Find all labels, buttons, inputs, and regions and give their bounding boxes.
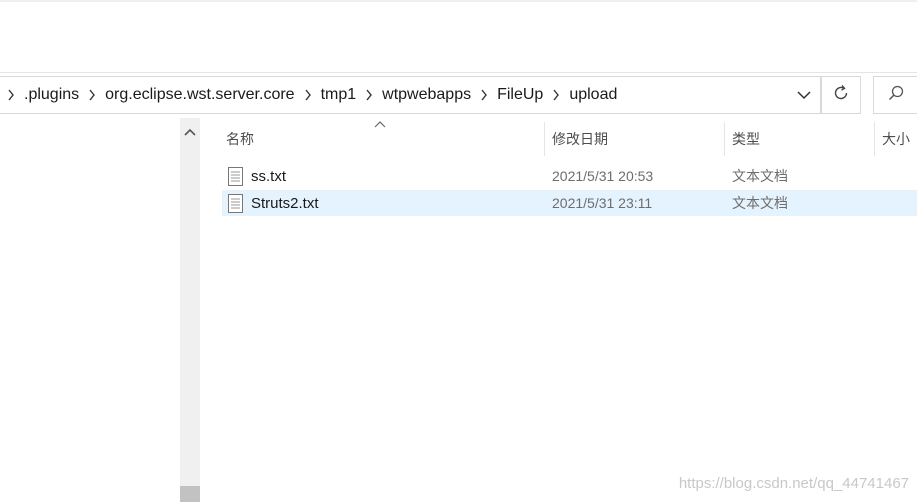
file-name-cell[interactable]: ss.txt bbox=[228, 163, 286, 189]
breadcrumb-item-fileup[interactable]: FileUp bbox=[495, 86, 545, 104]
file-row[interactable]: ss.txt 2021/5/31 20:53 文本文档 bbox=[222, 163, 917, 189]
navigation-scrollbar[interactable] bbox=[180, 118, 200, 502]
breadcrumb-item-server-core[interactable]: org.eclipse.wst.server.core bbox=[103, 86, 296, 104]
text-file-icon bbox=[228, 193, 244, 213]
breadcrumb-item-upload[interactable]: upload bbox=[567, 86, 619, 104]
chevron-down-icon[interactable] bbox=[788, 77, 820, 113]
watermark: https://blog.csdn.net/qq_44741467 bbox=[678, 475, 909, 492]
navigation-pane[interactable] bbox=[0, 118, 180, 502]
file-list[interactable]: 名称 修改日期 类型 大小 ss.txt 2021/5/31 20:53 文本文… bbox=[200, 118, 917, 502]
column-header-size[interactable]: 大小 bbox=[874, 122, 917, 156]
scrollbar-thumb[interactable] bbox=[180, 486, 200, 502]
chevron-right-icon[interactable] bbox=[476, 87, 492, 103]
search-input[interactable] bbox=[873, 76, 917, 114]
search-icon bbox=[887, 84, 905, 107]
chevron-right-icon[interactable] bbox=[84, 87, 100, 103]
ribbon-area bbox=[0, 0, 917, 73]
file-date: 2021/5/31 20:53 bbox=[552, 168, 654, 184]
chevron-right-icon[interactable] bbox=[3, 87, 19, 103]
column-header-type[interactable]: 类型 bbox=[724, 122, 874, 156]
column-header-date[interactable]: 修改日期 bbox=[544, 122, 724, 156]
file-type: 文本文档 bbox=[732, 195, 788, 211]
address-bar[interactable]: .plugins org.eclipse.wst.server.core tmp… bbox=[0, 76, 821, 114]
chevron-right-icon[interactable] bbox=[300, 87, 316, 103]
chevron-up-icon[interactable] bbox=[180, 118, 200, 146]
title-strip bbox=[0, 0, 917, 2]
column-date-label: 修改日期 bbox=[552, 131, 608, 147]
column-size-label: 大小 bbox=[882, 131, 910, 147]
sort-ascending-icon bbox=[374, 121, 386, 128]
breadcrumb-item-wtpwebapps[interactable]: wtpwebapps bbox=[380, 86, 473, 104]
refresh-icon bbox=[832, 84, 850, 107]
column-name-label: 名称 bbox=[226, 131, 254, 147]
column-type-label: 类型 bbox=[732, 131, 760, 147]
breadcrumb: .plugins org.eclipse.wst.server.core tmp… bbox=[0, 77, 788, 113]
file-row-selected[interactable]: Struts2.txt 2021/5/31 23:11 文本文档 bbox=[222, 190, 917, 216]
breadcrumb-item-plugins[interactable]: .plugins bbox=[22, 86, 81, 104]
file-name: ss.txt bbox=[251, 167, 287, 185]
refresh-button[interactable] bbox=[821, 76, 861, 114]
chevron-right-icon[interactable] bbox=[361, 87, 377, 103]
file-type: 文本文档 bbox=[732, 168, 788, 184]
file-date: 2021/5/31 23:11 bbox=[552, 195, 653, 211]
text-file-icon bbox=[228, 166, 244, 186]
file-name: Struts2.txt bbox=[251, 194, 319, 212]
chevron-right-icon[interactable] bbox=[548, 87, 564, 103]
file-name-cell[interactable]: Struts2.txt bbox=[228, 190, 319, 216]
breadcrumb-item-tmp1[interactable]: tmp1 bbox=[319, 86, 359, 104]
